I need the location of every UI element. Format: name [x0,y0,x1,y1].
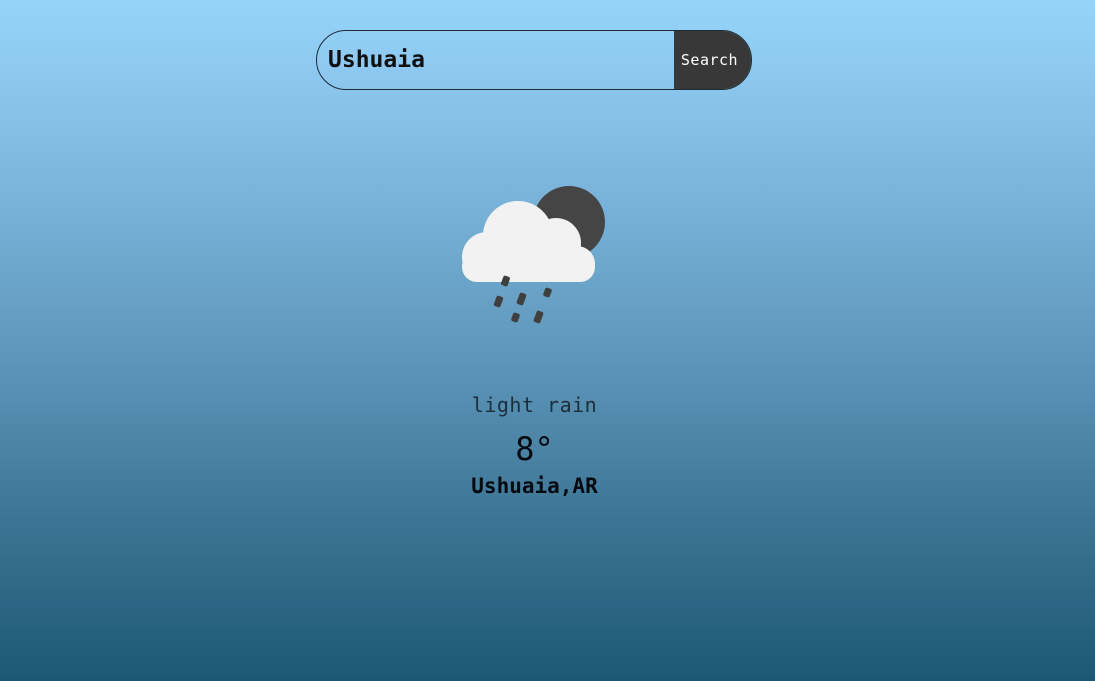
cloud-rain-moon-icon [462,186,605,324]
search-bar: Search [316,30,752,90]
city-search-input[interactable] [317,31,674,89]
rain-drops-icon [493,275,552,324]
temperature-value: 8° [515,430,554,468]
search-button[interactable]: Search [674,31,751,89]
location-label: Ushuaia,AR [471,474,598,498]
weather-description: light rain [471,393,598,417]
